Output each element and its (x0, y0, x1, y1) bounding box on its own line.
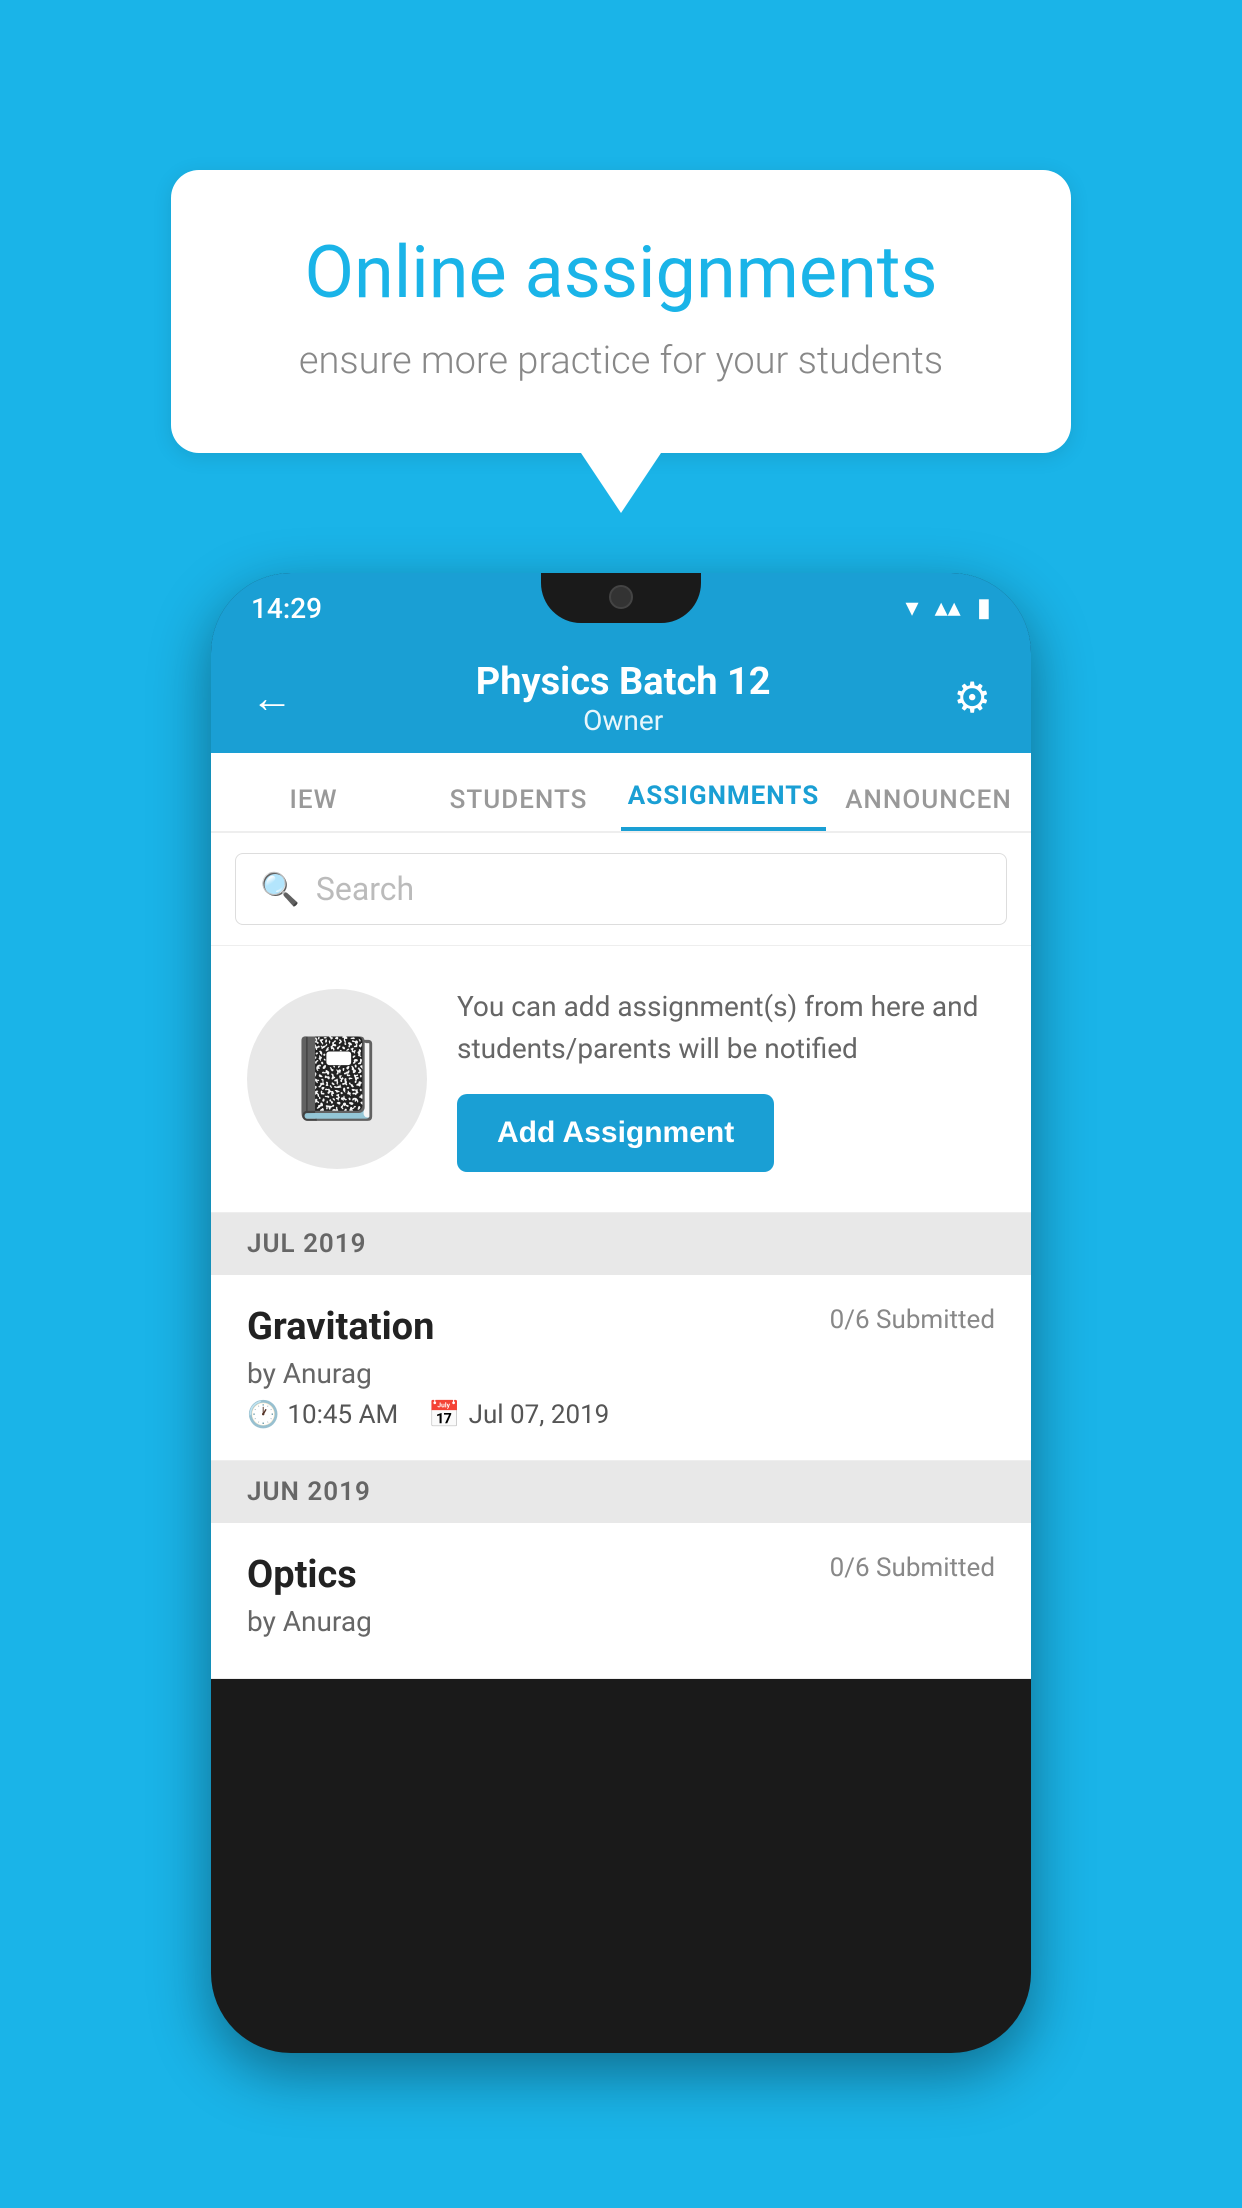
assignment-meta-gravitation: 🕐 10:45 AM 📅 Jul 07, 2019 (247, 1400, 995, 1430)
tab-overview[interactable]: IEW (211, 785, 416, 831)
batch-title: Physics Batch 12 (476, 660, 771, 704)
status-icons: ▾ ▴▴ ▮ (906, 593, 991, 623)
assignment-date-gravitation: 📅 Jul 07, 2019 (428, 1400, 609, 1430)
assignment-name-optics: Optics (247, 1553, 357, 1597)
battery-icon: ▮ (977, 593, 991, 623)
app-header: ← Physics Batch 12 Owner ⚙ (211, 643, 1031, 753)
assignment-name-gravitation: Gravitation (247, 1305, 434, 1349)
speech-bubble: Online assignments ensure more practice … (171, 170, 1071, 453)
header-center: Physics Batch 12 Owner (476, 660, 771, 737)
assignment-date-value: Jul 07, 2019 (469, 1400, 610, 1430)
empty-state-description: You can add assignment(s) from here and … (457, 986, 995, 1070)
assignment-item-optics[interactable]: Optics 0/6 Submitted by Anurag (211, 1523, 1031, 1679)
tab-assignments[interactable]: ASSIGNMENTS (621, 781, 826, 831)
assignment-top-row-optics: Optics 0/6 Submitted (247, 1553, 995, 1597)
status-time: 14:29 (251, 592, 322, 625)
signal-icon: ▴▴ (935, 593, 961, 623)
notebook-icon: 📓 (287, 1032, 387, 1126)
batch-role: Owner (476, 704, 771, 737)
settings-icon[interactable]: ⚙ (953, 673, 991, 723)
tabs-container: IEW STUDENTS ASSIGNMENTS ANNOUNCEN (211, 753, 1031, 833)
search-box[interactable]: 🔍 Search (235, 853, 1007, 925)
assignment-submitted-optics: 0/6 Submitted (830, 1553, 995, 1583)
tab-announcements[interactable]: ANNOUNCEN (826, 785, 1031, 831)
assignment-icon-circle: 📓 (247, 989, 427, 1169)
assignment-time-value: 10:45 AM (287, 1400, 398, 1430)
section-header-jul: JUL 2019 (211, 1213, 1031, 1275)
assignment-item-gravitation[interactable]: Gravitation 0/6 Submitted by Anurag 🕐 10… (211, 1275, 1031, 1461)
search-container: 🔍 Search (211, 833, 1031, 946)
empty-state-content: You can add assignment(s) from here and … (457, 986, 995, 1172)
notch-camera (609, 585, 633, 609)
assignment-time-gravitation: 🕐 10:45 AM (247, 1400, 398, 1430)
phone-notch (541, 573, 701, 623)
add-assignment-button[interactable]: Add Assignment (457, 1094, 774, 1172)
section-header-jun: JUN 2019 (211, 1461, 1031, 1523)
assignment-submitted-gravitation: 0/6 Submitted (830, 1305, 995, 1335)
speech-bubble-container: Online assignments ensure more practice … (171, 170, 1071, 513)
clock-icon: 🕐 (247, 1400, 279, 1430)
assignment-author-optics: by Anurag (247, 1605, 995, 1638)
search-icon: 🔍 (260, 870, 300, 908)
empty-state: 📓 You can add assignment(s) from here an… (211, 946, 1031, 1213)
assignment-top-row: Gravitation 0/6 Submitted (247, 1305, 995, 1349)
phone-container: 14:29 ▾ ▴▴ ▮ ← Physics Batch 12 Owner ⚙ … (211, 573, 1031, 2053)
phone-frame: 14:29 ▾ ▴▴ ▮ ← Physics Batch 12 Owner ⚙ … (211, 573, 1031, 2053)
speech-bubble-tail (581, 453, 661, 513)
tab-students[interactable]: STUDENTS (416, 785, 621, 831)
assignment-author-gravitation: by Anurag (247, 1357, 995, 1390)
back-button[interactable]: ← (251, 674, 293, 723)
wifi-icon: ▾ (906, 593, 919, 623)
search-placeholder: Search (316, 870, 414, 908)
calendar-icon: 📅 (428, 1400, 460, 1430)
speech-bubble-title: Online assignments (241, 230, 1001, 315)
speech-bubble-subtitle: ensure more practice for your students (241, 339, 1001, 383)
